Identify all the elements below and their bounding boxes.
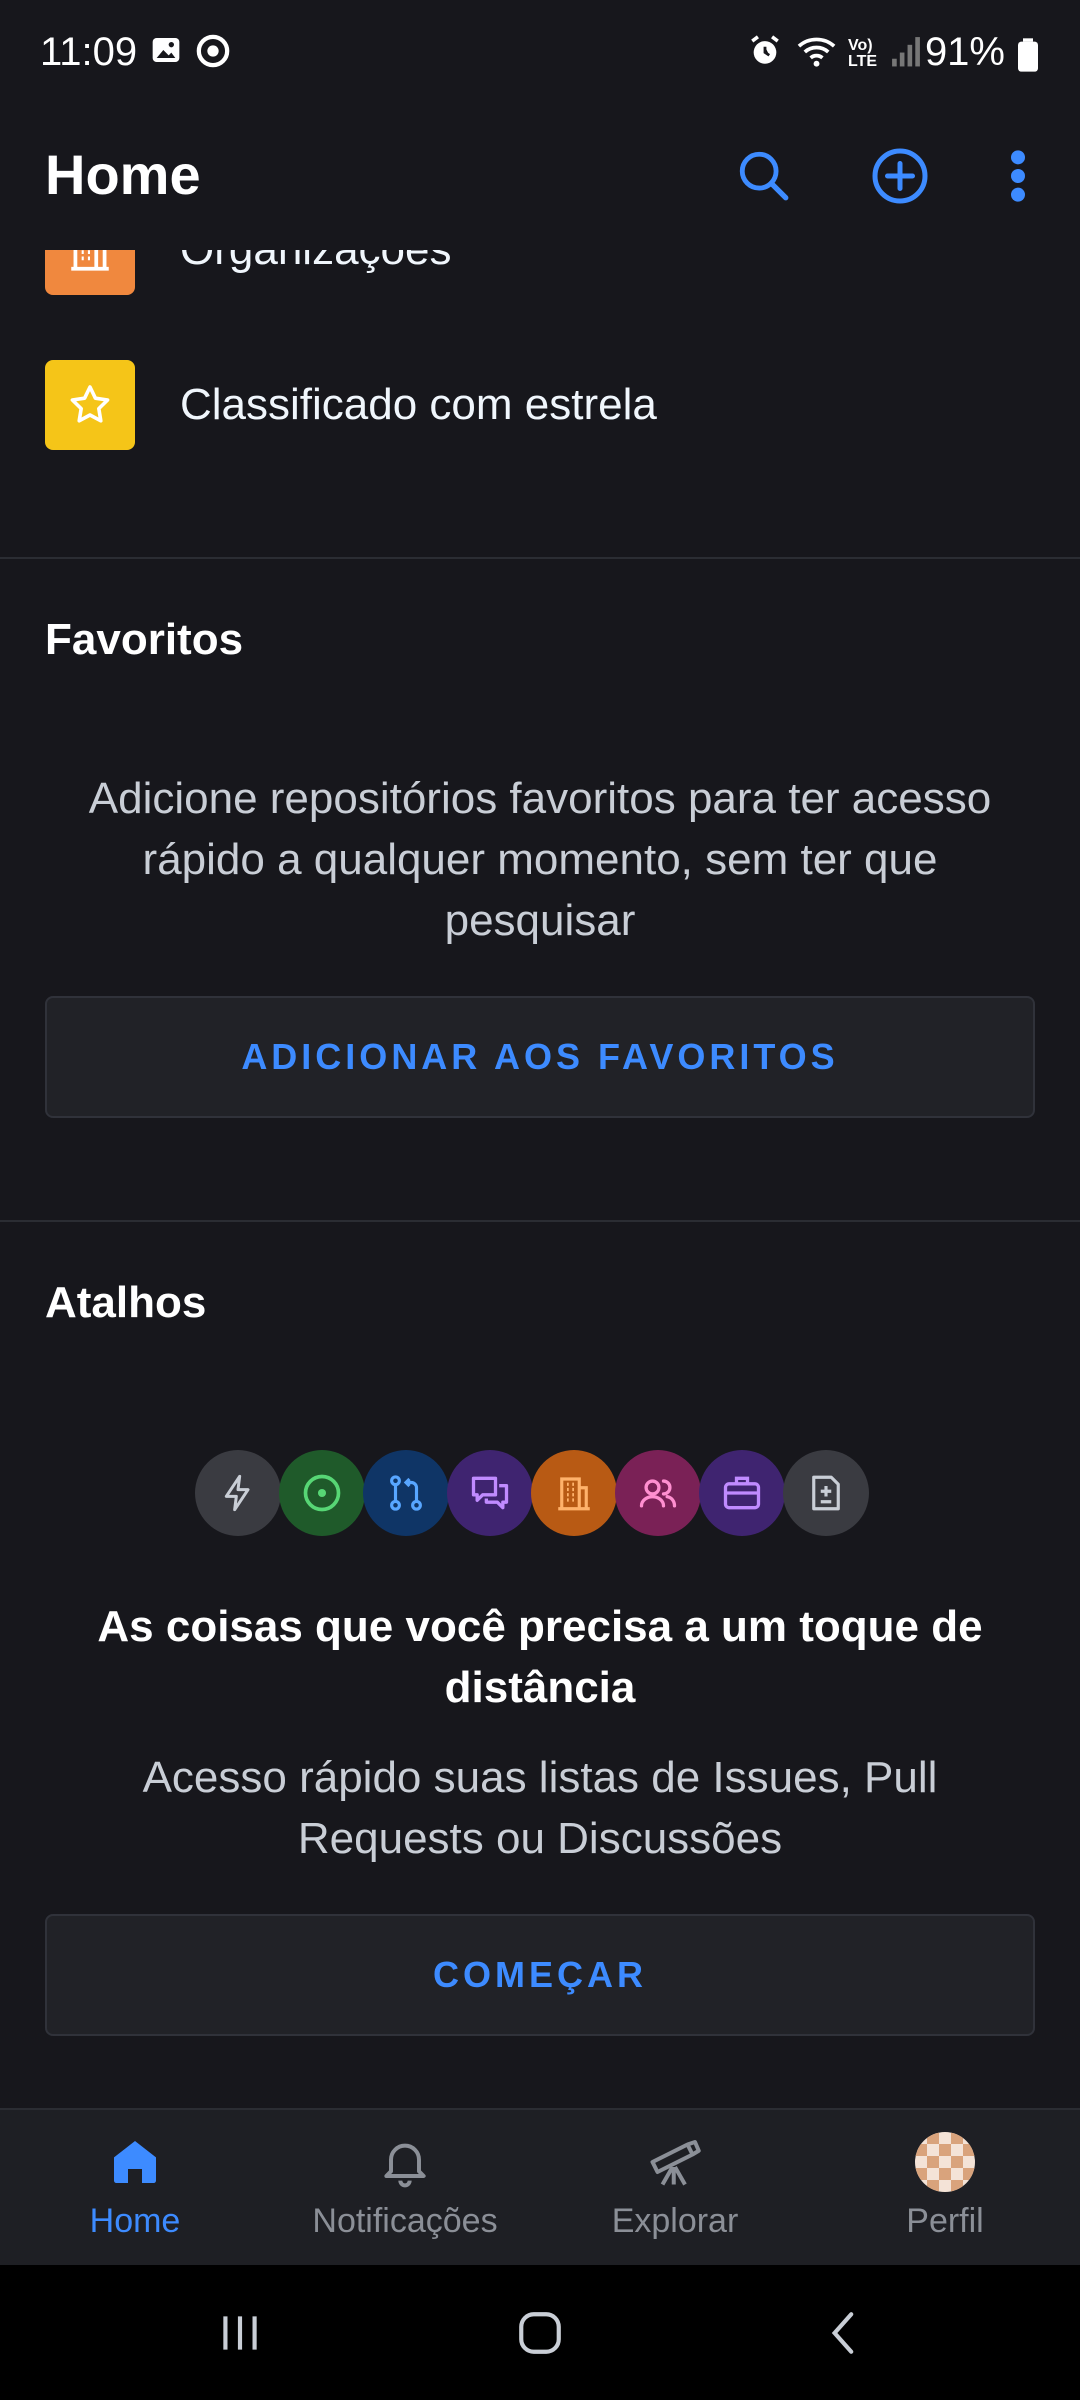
signal-icon (890, 34, 922, 73)
list-item-label: Organizações (180, 250, 451, 275)
tab-label: Notificações (312, 2202, 498, 2240)
wifi-icon (796, 34, 840, 75)
star-icon (45, 360, 135, 450)
page-title: Home (45, 143, 201, 206)
divider (0, 1220, 1080, 1222)
discussion-icon (447, 1450, 533, 1536)
sync-icon (196, 34, 230, 73)
my-work-list: Organizações Classificado com estrela (0, 250, 1080, 555)
shortcuts-title: Atalhos (45, 1278, 207, 1327)
list-item-starred[interactable]: Classificado com estrela (0, 335, 1080, 475)
organization-icon (45, 250, 135, 295)
tab-label: Explorar (611, 2202, 739, 2240)
tab-label: Perfil (906, 2202, 984, 2240)
home-icon (105, 2132, 165, 2192)
shortcut-icons-row (195, 1450, 885, 1540)
search-icon (735, 147, 793, 210)
status-time: 11:09 (40, 30, 138, 74)
back-button[interactable] (805, 2295, 885, 2375)
file-diff-icon (783, 1450, 869, 1536)
add-favorites-button[interactable]: ADICIONAR AOS FAVORITOS (45, 996, 1035, 1118)
bell-icon (375, 2132, 435, 2192)
divider (0, 557, 1080, 559)
app-header: Home (0, 110, 1080, 250)
bottom-navigation: Home Notificações Explorar Perfil (0, 2108, 1080, 2267)
get-started-button[interactable]: COMEÇAR (45, 1914, 1035, 2036)
back-chevron-icon (820, 2308, 870, 2363)
favorites-title: Favoritos (45, 615, 244, 664)
briefcase-icon (699, 1450, 785, 1536)
tab-notifications[interactable]: Notificações (270, 2110, 540, 2267)
zap-icon (195, 1450, 281, 1536)
home-system-button[interactable] (500, 2295, 580, 2375)
tab-home[interactable]: Home (0, 2110, 270, 2267)
battery-icon (1018, 38, 1038, 77)
shortcuts-description: Acesso rápido suas listas de Issues, Pul… (142, 1753, 938, 1863)
tab-label: Home (89, 2202, 181, 2240)
recents-button[interactable] (200, 2295, 280, 2375)
recents-icon (215, 2308, 265, 2363)
home-square-icon (515, 2308, 565, 2363)
avatar (915, 2132, 975, 2192)
people-icon (615, 1450, 701, 1536)
list-item-label: Classificado com estrela (180, 380, 657, 429)
more-options-button[interactable] (978, 138, 1058, 218)
battery-text: 91% (924, 30, 1005, 74)
shortcuts-headline: As coisas que você precisa a um toque de… (97, 1602, 983, 1712)
more-vertical-icon (1008, 148, 1028, 209)
add-circle-icon (870, 146, 930, 211)
system-navigation-bar (0, 2265, 1080, 2400)
search-button[interactable] (724, 138, 804, 218)
telescope-icon (645, 2132, 705, 2192)
organization-icon (531, 1450, 617, 1536)
tab-profile[interactable]: Perfil (810, 2110, 1080, 2267)
create-button[interactable] (860, 138, 940, 218)
list-item-organizations[interactable]: Organizações (0, 250, 1080, 320)
volte-icon: Vo) LTE (848, 37, 878, 70)
issue-icon (279, 1450, 365, 1536)
favorites-description: Adicione repositórios favoritos para ter… (88, 774, 992, 945)
tab-explore[interactable]: Explorar (540, 2110, 810, 2267)
status-bar: 11:09 Vo) LTE 91% (0, 0, 1080, 110)
alarm-icon (748, 34, 782, 73)
gallery-icon (150, 34, 182, 71)
pull-request-icon (363, 1450, 449, 1536)
